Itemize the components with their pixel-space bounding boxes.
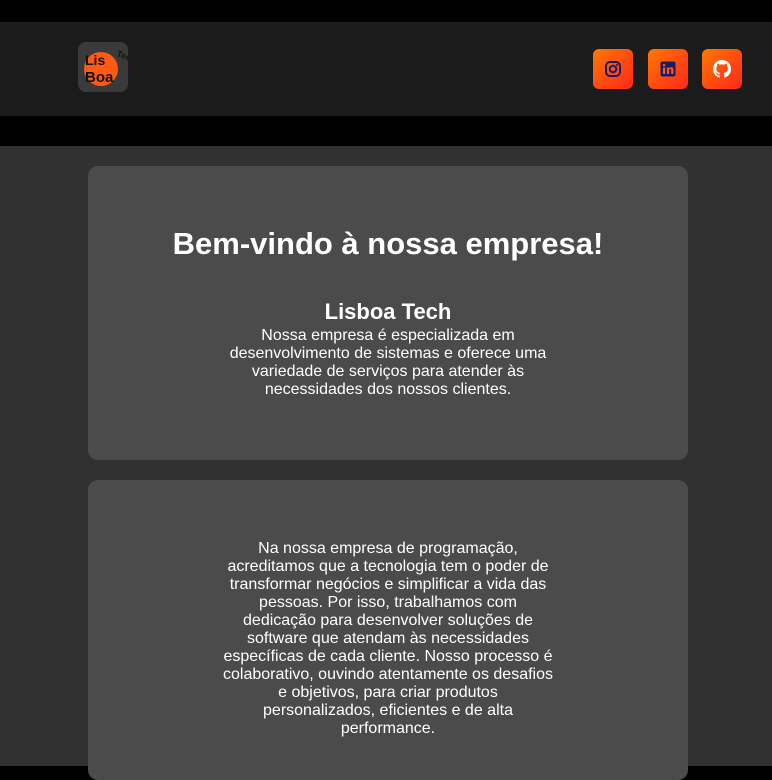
welcome-title: Bem-vindo à nossa empresa!: [172, 226, 604, 261]
github-button[interactable]: [702, 49, 742, 89]
linkedin-button[interactable]: [648, 49, 688, 89]
site-header: Lis Boa Tech: [0, 22, 772, 116]
company-description: Nossa empresa é especializada em desenvo…: [229, 327, 547, 398]
logo-text-top: Lis: [85, 52, 105, 68]
logo-graphic: Lis Boa Tech: [78, 42, 128, 92]
company-name: Lisboa Tech: [324, 299, 452, 324]
linkedin-icon: [660, 61, 676, 77]
logo-text-bottom: Boa: [85, 69, 114, 86]
header-gap-bar: [0, 116, 772, 146]
instagram-icon: [605, 61, 621, 77]
about-text: Na nossa empresa de programação, acredit…: [223, 540, 553, 737]
github-icon: [713, 60, 731, 78]
top-black-bar: [0, 0, 772, 22]
about-card: Na nossa empresa de programação, acredit…: [88, 480, 688, 780]
company-logo[interactable]: Lis Boa Tech: [78, 42, 128, 92]
main-content: Bem-vindo à nossa empresa! Lisboa Tech N…: [0, 146, 772, 780]
welcome-card: Bem-vindo à nossa empresa! Lisboa Tech N…: [88, 166, 688, 460]
instagram-button[interactable]: [593, 49, 633, 89]
